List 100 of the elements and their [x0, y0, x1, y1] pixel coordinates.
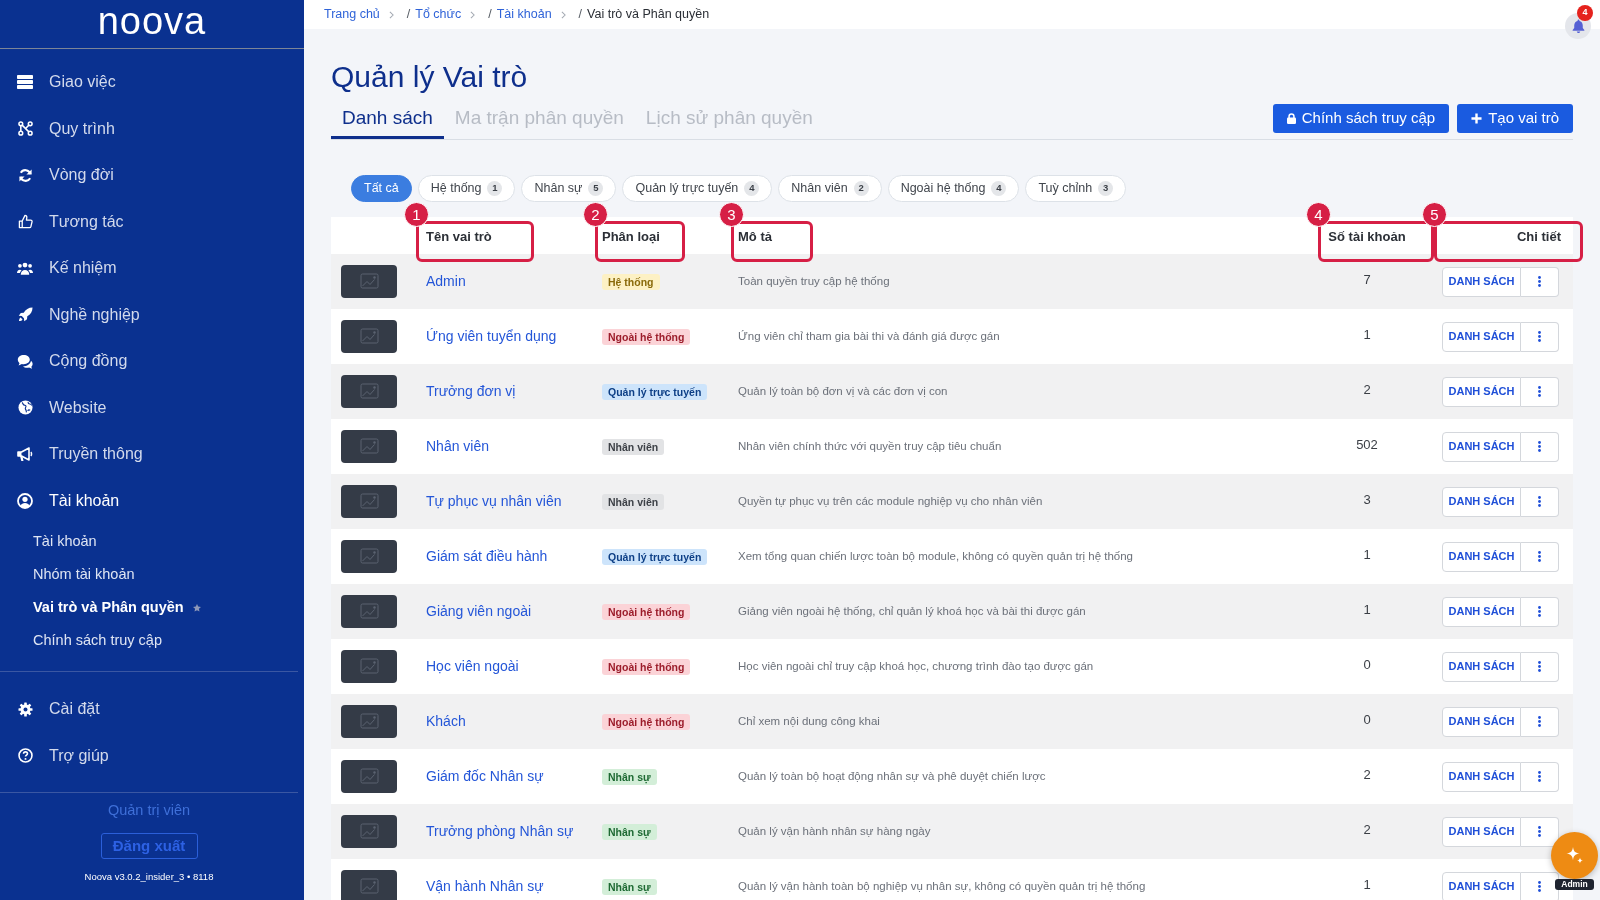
sidebar-link[interactable]: Trợ giúp	[0, 732, 304, 779]
list-button[interactable]: DANH SÁCH	[1442, 431, 1521, 462]
more-vertical-icon	[1538, 716, 1541, 727]
more-vertical-icon	[1538, 606, 1541, 617]
more-vertical-icon	[1538, 276, 1541, 287]
breadcrumb-link[interactable]: Tổ chức	[415, 5, 462, 24]
breadcrumb-link[interactable]: Tài khoản	[496, 5, 552, 24]
breadcrumb-separator: /	[488, 6, 492, 24]
account-count: 7	[1363, 272, 1371, 287]
sidebar-link[interactable]: Kế nhiệm	[0, 245, 304, 292]
role-name-link[interactable]: Trưởng phòng Nhân sự	[426, 821, 574, 842]
role-name-link[interactable]: Giám sát điều hành	[426, 546, 548, 567]
sidebar-link[interactable]: Cộng đồng	[0, 338, 304, 385]
step-marker: 1	[404, 202, 429, 227]
list-button[interactable]: DANH SÁCH	[1442, 871, 1521, 900]
column-header: Mô tả	[738, 229, 772, 243]
sidebar-link[interactable]: Tài khoản	[0, 477, 304, 524]
lock-icon	[1286, 113, 1296, 124]
more-button[interactable]	[1521, 871, 1559, 900]
sidebar-sublink[interactable]: Tài khoản	[0, 525, 304, 558]
list-button[interactable]: DANH SÁCH	[1442, 321, 1521, 352]
role-description: Quản lý vận hành toàn bộ nghiệp vụ nhân sự, không có quyền quản trị hệ thống	[738, 878, 1146, 894]
role-description: Quản lý vận hành nhân sự hàng ngày	[738, 823, 931, 839]
role-name-link[interactable]: Giảng viên ngoài	[426, 601, 532, 622]
chevron-right-icon	[388, 10, 394, 19]
list-button[interactable]: DANH SÁCH	[1442, 596, 1521, 627]
role-name-link[interactable]: Ứng viên tuyển dụng	[426, 326, 557, 347]
list-button[interactable]: DANH SÁCH	[1442, 706, 1521, 737]
account-count: 2	[1363, 767, 1371, 782]
category-tag: Nhân viên	[602, 493, 665, 510]
filter-chip[interactable]: Nhân sự 5	[521, 175, 617, 202]
list-button[interactable]: DANH SÁCH	[1442, 761, 1521, 792]
count-badge: 3	[1098, 181, 1114, 196]
role-name-link[interactable]: Giám đốc Nhân sự	[426, 766, 544, 787]
account-count: 2	[1363, 822, 1371, 837]
list-button[interactable]: DANH SÁCH	[1442, 266, 1521, 297]
image-placeholder-icon	[341, 430, 397, 463]
count-badge: 4	[991, 181, 1007, 196]
role-name-link[interactable]: Nhân viên	[426, 436, 490, 457]
filter-chip[interactable]: Hệ thống 1	[417, 175, 516, 202]
role-name-link[interactable]: Tự phục vụ nhân viên	[426, 491, 562, 512]
role-description: Quản lý toàn bộ đơn vị và các đơn vị con	[738, 383, 948, 399]
settings-icon	[17, 701, 33, 717]
column-header: Chi tiết	[1516, 229, 1561, 243]
sidebar-link[interactable]: Nghề nghiệp	[0, 291, 304, 338]
sidebar-sublink[interactable]: Vai trò và Phân quyền	[0, 591, 304, 624]
more-vertical-icon	[1538, 496, 1541, 507]
breadcrumb-link[interactable]: Trang chủ	[324, 5, 380, 24]
thumbs-up-icon	[17, 214, 33, 230]
image-placeholder-icon	[341, 760, 397, 793]
breadcrumb-current[interactable]: Vai trò và Phân quyền	[587, 5, 710, 24]
user-circle-icon	[17, 492, 33, 509]
sidebar-link[interactable]: Quy trình	[0, 105, 304, 152]
more-vertical-icon	[1538, 331, 1541, 342]
filter-chip[interactable]: Quản lý trực tuyến 4	[622, 175, 773, 202]
count-badge: 4	[744, 181, 760, 196]
filter-chip[interactable]: Nhân viên 2	[778, 175, 882, 202]
create-role-button[interactable]: Tạo vai trò	[1457, 104, 1573, 133]
list-button[interactable]: DANH SÁCH	[1442, 541, 1521, 572]
sidebar-link[interactable]: Website	[0, 384, 304, 431]
role-description: Toàn quyền truy cập hệ thống	[738, 273, 890, 289]
category-tag: Ngoài hệ thống	[602, 328, 691, 345]
role-description: Học viên ngoài chỉ truy cập khoá học, chương trình đào tạo được gán	[738, 658, 1094, 674]
list-button[interactable]: DANH SÁCH	[1442, 376, 1521, 407]
role-name-link[interactable]: Vận hành Nhân sự	[426, 876, 544, 897]
role-name-link[interactable]: Admin	[426, 271, 466, 292]
sidebar-link[interactable]: Vòng đời	[0, 152, 304, 199]
account-count: 1	[1363, 877, 1371, 892]
image-placeholder-icon	[341, 870, 397, 900]
count-badge: 5	[588, 181, 604, 196]
filter-chip[interactable]: Ngoài hệ thống 4	[887, 175, 1020, 202]
role-description: Chỉ xem nội dung công khai	[738, 713, 880, 729]
filter-chip[interactable]: Tuỳ chỉnh 3	[1025, 175, 1127, 202]
sidebar-sublink[interactable]: Nhóm tài khoản	[0, 558, 304, 591]
account-count: 502	[1356, 437, 1378, 452]
sidebar-link[interactable]: Truyền thông	[0, 431, 304, 478]
version-text: Noova v3.0.2_insider_3 • 8118	[84, 871, 214, 883]
sidebar-link[interactable]: Giao việc	[0, 59, 304, 106]
filter-chip[interactable]: Tất cả	[351, 175, 412, 202]
role-name-link[interactable]: Khách	[426, 711, 466, 732]
sidebar-link[interactable]: Cài đặt	[0, 686, 304, 733]
role-name-link[interactable]: Trưởng đơn vị	[426, 381, 516, 402]
role-name-link[interactable]: Học viên ngoài	[426, 656, 519, 677]
user-role: Quản trị viên	[107, 801, 191, 819]
chat-bubbles-icon	[17, 353, 33, 369]
role-description: Nhân viên chính thức với quyền truy cập tiêu chuẩn	[738, 438, 1002, 454]
list-button[interactable]: DANH SÁCH	[1442, 651, 1521, 682]
role-description: Xem tổng quan chiến lược toàn bộ module, không có quyền quản trị hệ thống	[738, 548, 1133, 564]
list-button[interactable]: DANH SÁCH	[1442, 486, 1521, 517]
more-vertical-icon	[1538, 771, 1541, 782]
column-header: Phân loại	[602, 229, 660, 243]
page-title: Quản lý Vai trò	[331, 59, 529, 95]
server-stack-icon	[17, 75, 33, 90]
help-icon	[17, 748, 33, 764]
sidebar-sublink[interactable]: Chính sách truy cập	[0, 624, 304, 657]
category-tag: Ngoài hệ thống	[602, 658, 691, 675]
access-policy-button[interactable]: Chính sách truy cập	[1272, 104, 1450, 133]
list-button[interactable]: DANH SÁCH	[1442, 816, 1521, 847]
tab[interactable]: Danh sách	[331, 104, 444, 139]
sidebar-link[interactable]: Tương tác	[0, 198, 304, 245]
